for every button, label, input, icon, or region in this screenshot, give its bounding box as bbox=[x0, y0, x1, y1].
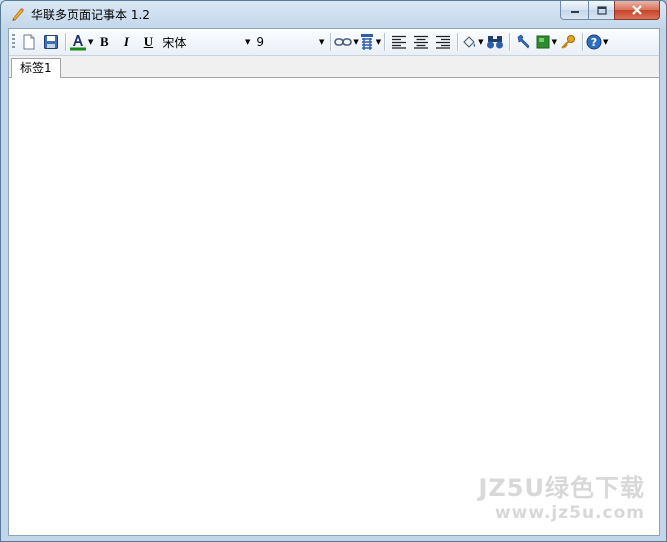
font-name-value: 宋体 bbox=[162, 35, 187, 50]
chevron-down-icon: ▼ bbox=[375, 38, 382, 46]
close-icon bbox=[632, 5, 642, 15]
toolbar-separator bbox=[508, 33, 510, 51]
tools-button[interactable] bbox=[513, 31, 535, 53]
main-toolbar: ▼ B I U 宋体 ▼ 9 ▼ ▼ ▼ ▼ ▼ ? ▼ bbox=[9, 29, 659, 56]
toolbar-separator bbox=[384, 33, 386, 51]
wrench-icon bbox=[517, 34, 529, 49]
svg-text:?: ? bbox=[591, 36, 597, 49]
background-color-button[interactable]: ▼ bbox=[535, 31, 557, 53]
font-size-value: 9 bbox=[256, 35, 265, 49]
toolbar-separator bbox=[330, 33, 332, 51]
tab-page-1[interactable]: 标签1 bbox=[11, 58, 61, 78]
notepad-pen-icon bbox=[12, 8, 24, 21]
encoding-icon bbox=[360, 34, 373, 50]
text-editor[interactable] bbox=[9, 78, 659, 535]
new-file-icon bbox=[23, 34, 35, 50]
chevron-down-icon: ▼ bbox=[319, 38, 325, 46]
toolbar-separator bbox=[457, 33, 459, 51]
insert-link-button[interactable]: ▼ bbox=[334, 31, 359, 53]
align-center-button[interactable] bbox=[410, 31, 432, 53]
watermark-line-1: JZ5U绿色下载 bbox=[478, 474, 645, 502]
font-color-icon bbox=[70, 35, 86, 51]
align-right-icon bbox=[436, 35, 451, 49]
toolbar-grip[interactable] bbox=[12, 34, 15, 50]
help-button[interactable]: ? ▼ bbox=[586, 31, 608, 53]
align-right-button[interactable] bbox=[432, 31, 454, 53]
save-icon bbox=[44, 35, 58, 49]
minimize-icon bbox=[570, 11, 579, 13]
chevron-down-icon: ▼ bbox=[245, 38, 251, 46]
watermark-line-2: www.jz5u.com bbox=[494, 503, 645, 523]
new-file-button[interactable] bbox=[18, 31, 40, 53]
toolbar-separator bbox=[65, 33, 66, 51]
help-icon: ? bbox=[586, 34, 602, 50]
encoding-button[interactable]: ▼ bbox=[359, 31, 381, 53]
link-icon bbox=[334, 38, 353, 46]
client-area: ▼ B I U 宋体 ▼ 9 ▼ ▼ ▼ ▼ ▼ ? ▼ 标签1 JZ5U绿色下… bbox=[8, 28, 660, 536]
title-bar[interactable]: 华联多页面记事本 1.2 bbox=[1, 1, 666, 27]
app-window: 华联多页面记事本 1.2 ▼ B I U 宋体 ▼ 9 ▼ ▼ ▼ ▼ ▼ ? … bbox=[0, 0, 667, 542]
fill-color-button[interactable]: ▼ bbox=[461, 31, 484, 53]
align-left-button[interactable] bbox=[388, 31, 410, 53]
underline-button[interactable]: U bbox=[137, 31, 159, 53]
maximize-icon bbox=[597, 5, 607, 15]
bold-button[interactable]: B bbox=[93, 31, 115, 53]
watermark: JZ5U绿色下载 www.jz5u.com bbox=[478, 468, 645, 523]
font-name-select[interactable]: 宋体 ▼ bbox=[159, 33, 253, 51]
font-color-button[interactable]: ▼ bbox=[69, 31, 93, 53]
binoculars-icon bbox=[486, 36, 503, 49]
toolbar-separator bbox=[581, 33, 583, 51]
align-center-icon bbox=[414, 35, 429, 49]
find-button[interactable] bbox=[484, 31, 506, 53]
italic-button[interactable]: I bbox=[115, 31, 137, 53]
tab-strip: 标签1 bbox=[9, 56, 659, 78]
align-left-icon bbox=[392, 35, 407, 49]
window-title: 华联多页面记事本 1.2 bbox=[31, 8, 150, 22]
font-size-select[interactable]: 9 ▼ bbox=[253, 33, 327, 51]
minimize-button[interactable] bbox=[560, 1, 589, 20]
maximize-button[interactable] bbox=[588, 1, 616, 20]
chevron-down-icon: ▼ bbox=[602, 38, 609, 46]
color-square-icon bbox=[536, 35, 550, 49]
key-icon bbox=[561, 35, 575, 49]
settings-key-button[interactable] bbox=[557, 31, 579, 53]
close-button[interactable] bbox=[614, 1, 660, 20]
paint-bucket-icon bbox=[463, 36, 476, 48]
save-button[interactable] bbox=[40, 31, 62, 53]
